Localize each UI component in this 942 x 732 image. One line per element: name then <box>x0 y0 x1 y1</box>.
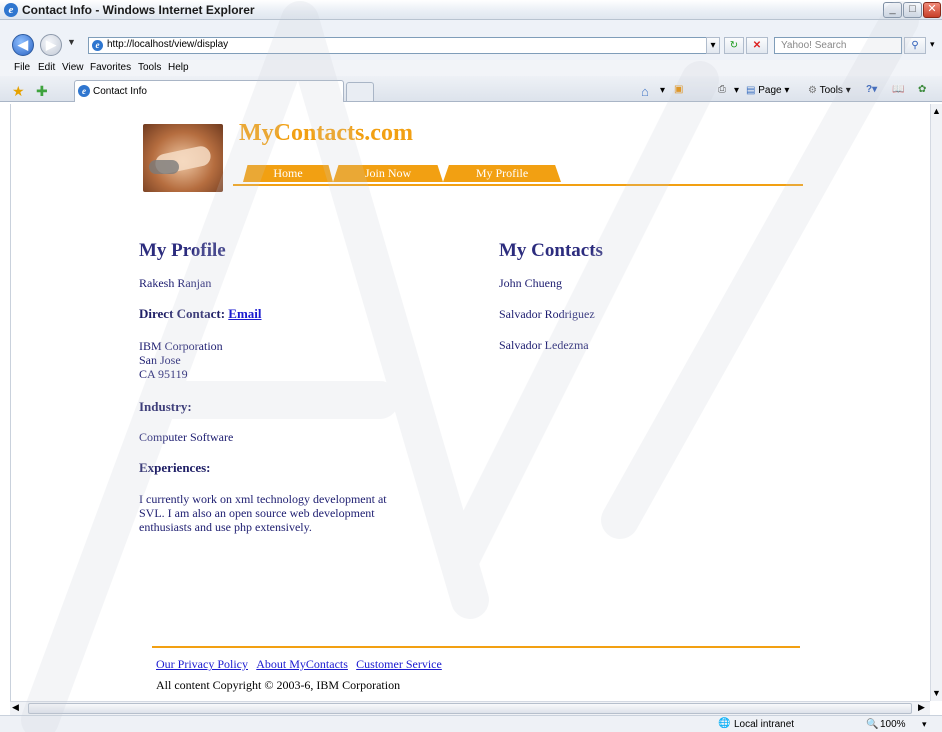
title-bar: e Contact Info - Windows Internet Explor… <box>0 0 942 20</box>
menu-view[interactable]: View <box>62 62 84 73</box>
search-input[interactable]: Yahoo! Search <box>774 37 902 54</box>
maximize-button[interactable]: □ <box>903 2 922 18</box>
zone-label: Local intranet <box>734 719 795 730</box>
page-icon-small: ▤ <box>746 85 756 96</box>
address-text: http://localhost/view/display <box>107 39 229 50</box>
search-placeholder: Yahoo! Search <box>781 40 847 51</box>
direct-contact: Direct Contact: Email <box>139 306 262 322</box>
address-line: San Jose <box>139 353 181 367</box>
search-icon[interactable]: ⚲ <box>904 37 926 54</box>
scroll-down-icon[interactable]: ▼ <box>932 688 941 698</box>
address-line: CA 95119 <box>139 367 188 381</box>
tab-label: Contact Info <box>93 86 147 97</box>
add-favorite-icon[interactable]: ✚ <box>36 83 48 100</box>
email-link[interactable]: Email <box>228 306 261 321</box>
page-menu-button[interactable]: ▤ Page ▾ <box>746 85 789 96</box>
industry-value: Computer Software <box>139 430 234 444</box>
gear-icon: ⚙ <box>808 85 817 96</box>
header-divider <box>233 184 803 186</box>
menu-file[interactable]: File <box>14 62 30 73</box>
experiences-line: I currently work on xml technology devel… <box>139 492 387 506</box>
window-title: Contact Info - Windows Internet Explorer <box>22 3 255 17</box>
address-block: IBM Corporation San Jose CA 95119 <box>139 339 223 381</box>
menu-help[interactable]: Help <box>168 62 189 73</box>
experiences-heading: Experiences: <box>139 460 211 475</box>
tab-contact-info[interactable]: e Contact Info <box>74 80 344 102</box>
forward-button[interactable]: ▶ <box>40 34 62 56</box>
profile-name: Rakesh Ranjan <box>139 276 212 290</box>
address-line: IBM Corporation <box>139 339 223 353</box>
page-icon: e <box>92 40 103 51</box>
nav-home[interactable]: Home <box>243 165 333 182</box>
back-button[interactable]: ◀ <box>12 34 34 56</box>
new-tab-button[interactable] <box>346 82 374 101</box>
vertical-scrollbar[interactable]: ▲ ▼ <box>930 104 942 701</box>
customer-service-link[interactable]: Customer Service <box>356 657 442 671</box>
horizontal-scrollbar[interactable]: ◀ ▶ <box>10 701 930 715</box>
scroll-left-icon[interactable]: ◀ <box>12 702 19 713</box>
ie-logo-icon: e <box>4 3 18 17</box>
close-button[interactable]: ✕ <box>923 2 941 18</box>
contact-item[interactable]: John Chueng <box>499 276 562 291</box>
scroll-up-icon[interactable]: ▲ <box>932 106 941 116</box>
menu-edit[interactable]: Edit <box>38 62 55 73</box>
industry-heading: Industry: <box>139 399 192 414</box>
contact-item[interactable]: Salvador Ledezma <box>499 338 589 353</box>
nav-my-profile[interactable]: My Profile <box>443 165 561 182</box>
zoom-level[interactable]: 100% <box>880 719 906 730</box>
nav-join-now[interactable]: Join Now <box>333 165 443 182</box>
menu-tools[interactable]: Tools <box>138 62 161 73</box>
stop-button[interactable]: ✕ <box>746 37 768 54</box>
menu-bar: File Edit View Favorites Tools Help <box>0 60 942 76</box>
experiences-text: I currently work on xml technology devel… <box>139 492 387 534</box>
research-icon[interactable]: 📖 <box>892 84 904 95</box>
scroll-right-icon[interactable]: ▶ <box>918 702 925 713</box>
direct-contact-label: Direct Contact: <box>139 306 226 321</box>
footer-links: Our Privacy Policy About MyContacts Cust… <box>156 657 442 672</box>
page-content: MyContacts.com Home Join Now My Profile … <box>10 104 931 701</box>
intranet-zone-icon: 🌐 <box>718 718 731 729</box>
zoom-icon[interactable]: 🔍 <box>866 719 878 730</box>
home-icon[interactable]: ⌂ <box>641 84 649 99</box>
tools-menu-button[interactable]: ⚙ Tools ▾ <box>808 85 851 96</box>
messenger-icon[interactable]: ✿ <box>918 84 926 95</box>
menu-favorites[interactable]: Favorites <box>90 62 131 73</box>
profile-heading: My Profile <box>139 240 226 261</box>
recent-pages-dropdown[interactable]: ▼ <box>67 37 76 47</box>
address-input[interactable]: e http://localhost/view/display <box>88 37 720 54</box>
tools-menu-label: Tools <box>819 85 843 96</box>
contacts-heading: My Contacts <box>499 240 603 261</box>
print-icon[interactable]: ⎙ <box>718 84 726 95</box>
page-menu-label: Page <box>758 85 782 96</box>
tab-page-icon: e <box>78 85 90 97</box>
experiences-line: enthusiasts and use php extensively. <box>139 520 312 534</box>
favorites-star-icon[interactable]: ★ <box>12 83 25 100</box>
help-icon[interactable]: ?▾ <box>866 84 877 95</box>
footer-divider <box>152 646 800 648</box>
handshake-logo-image <box>143 124 223 192</box>
privacy-policy-link[interactable]: Our Privacy Policy <box>156 657 248 671</box>
scroll-thumb[interactable] <box>28 703 912 714</box>
zoom-dropdown-icon[interactable]: ▾ <box>922 719 927 730</box>
minimize-button[interactable]: _ <box>883 2 902 18</box>
home-dropdown-icon[interactable]: ▾ <box>660 85 665 96</box>
about-link[interactable]: About MyContacts <box>256 657 348 671</box>
address-dropdown-button[interactable]: ▾ <box>706 37 720 54</box>
refresh-button[interactable]: ↻ <box>724 37 744 54</box>
contact-item[interactable]: Salvador Rodriguez <box>499 307 595 322</box>
feeds-icon[interactable]: ▣ <box>674 84 683 95</box>
experiences-line: SVL. I am also an open source web develo… <box>139 506 375 520</box>
site-title: MyContacts.com <box>239 120 413 146</box>
copyright: All content Copyright © 2003-6, IBM Corp… <box>156 678 401 692</box>
print-dropdown-icon[interactable]: ▾ <box>734 85 739 96</box>
search-options-icon[interactable]: ▾ <box>930 39 935 50</box>
status-bar: 🌐 Local intranet 🔍 100% ▾ <box>0 715 942 732</box>
